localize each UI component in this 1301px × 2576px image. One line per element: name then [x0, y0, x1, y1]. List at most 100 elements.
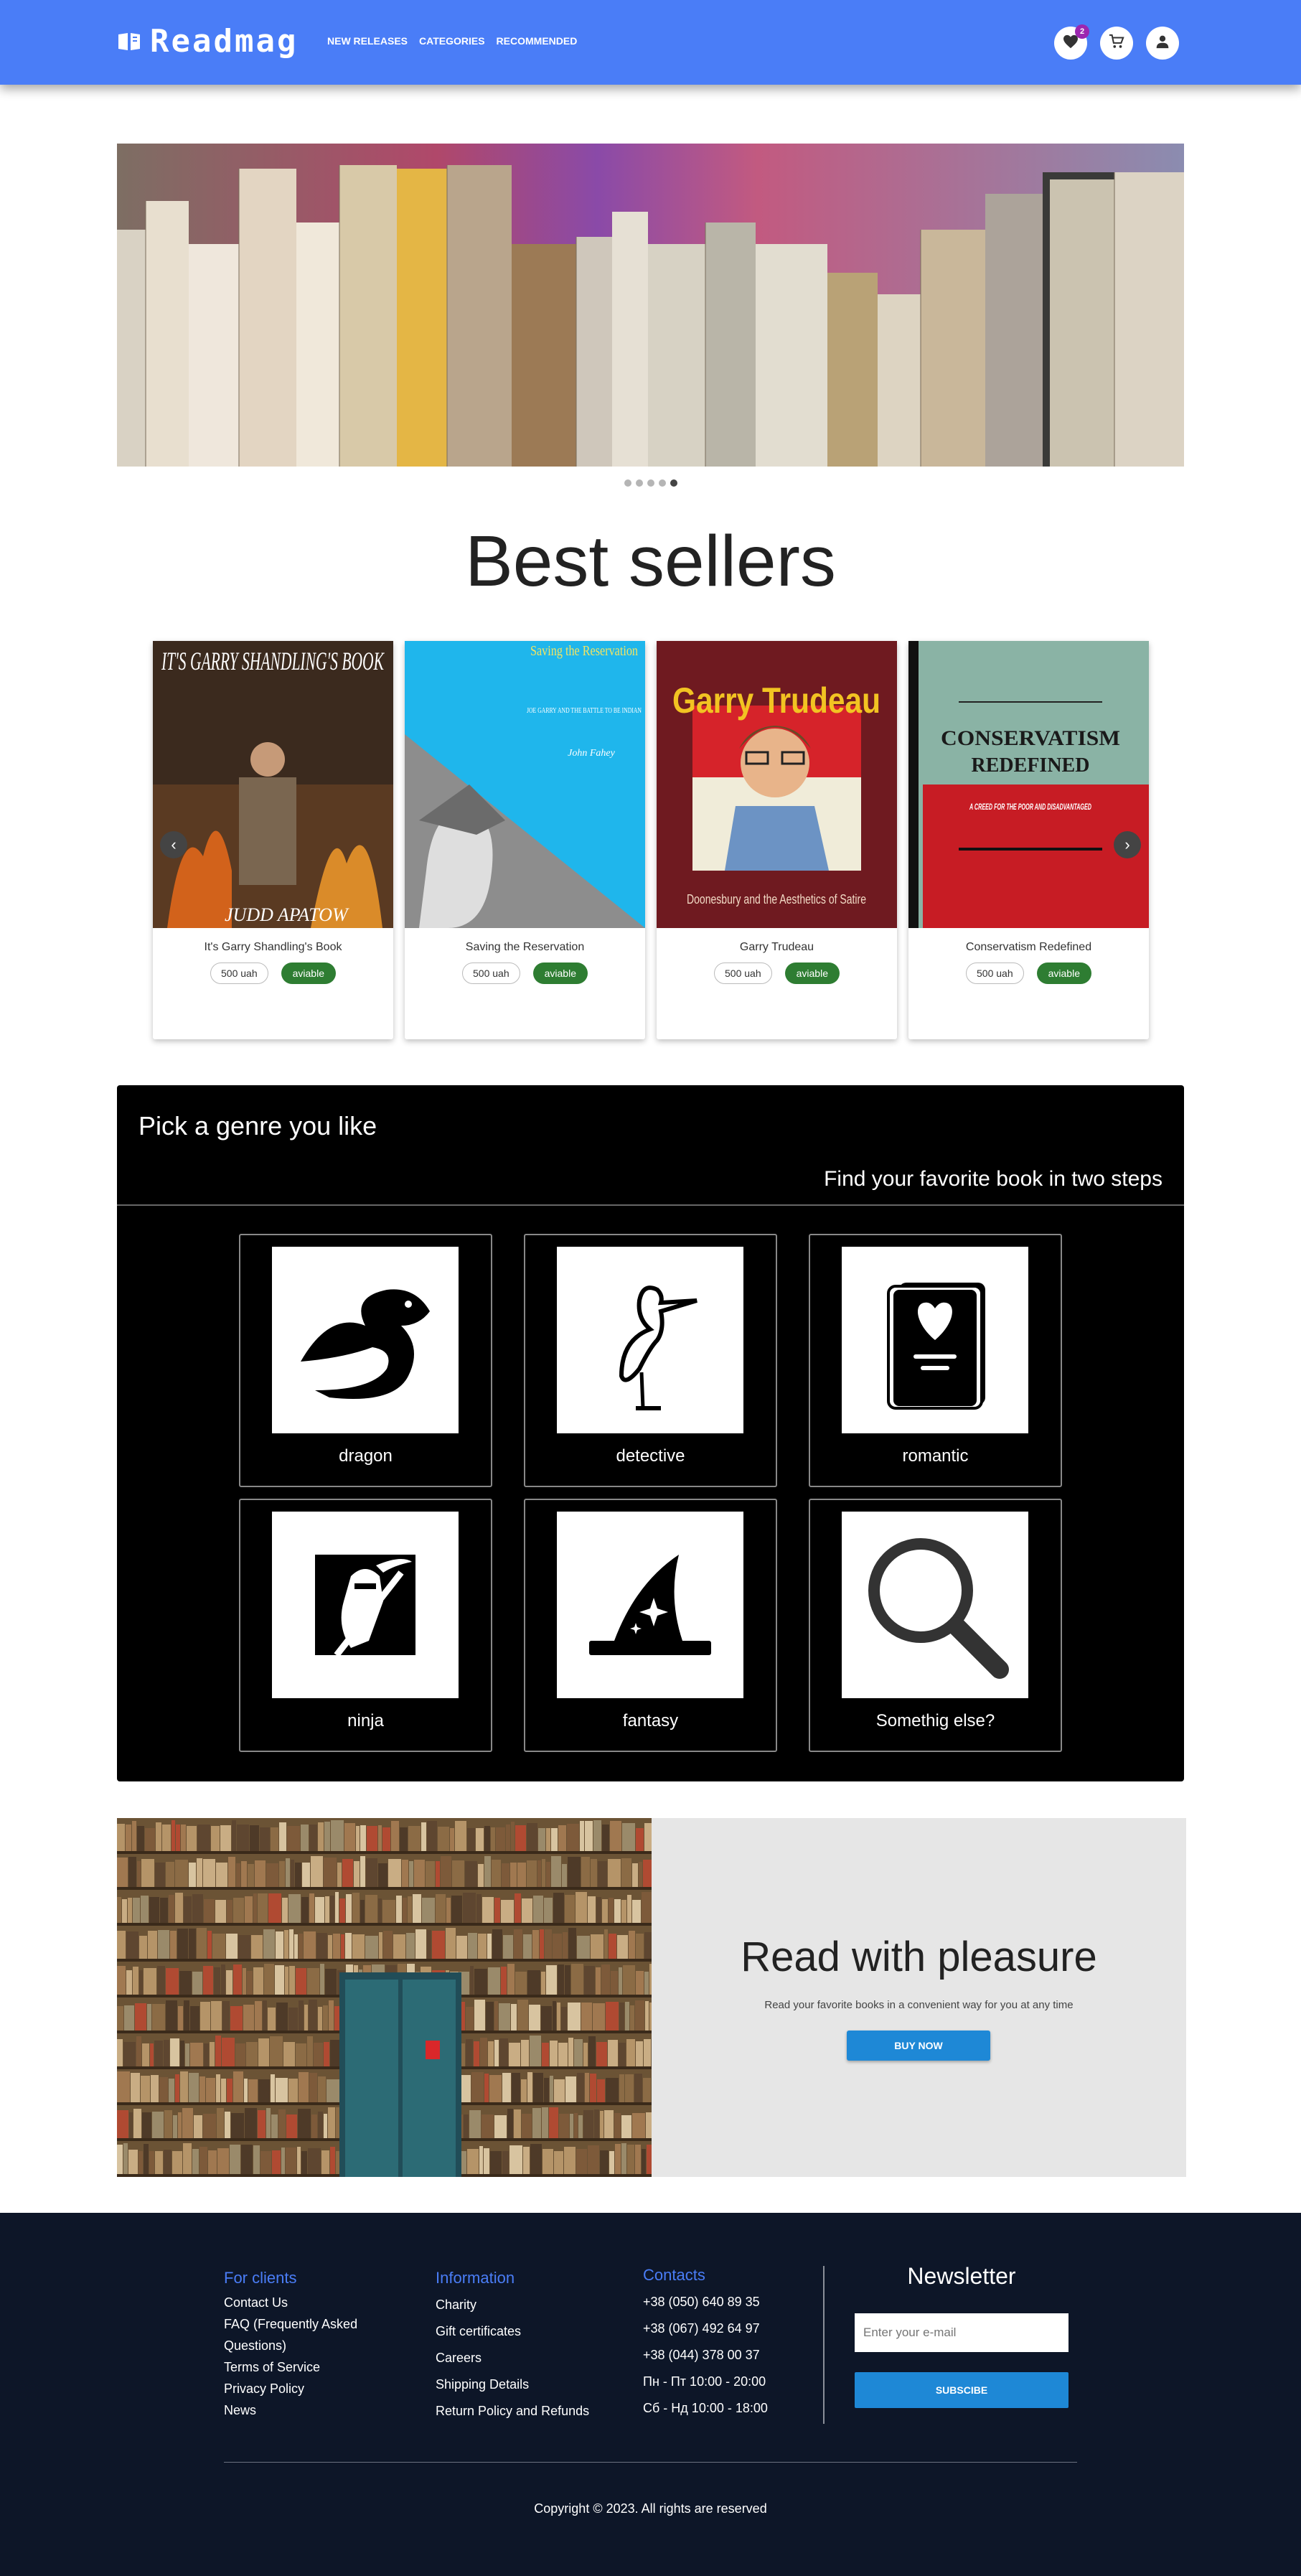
book-card[interactable]: Saving the Reservation JOE GARRY AND THE…: [405, 641, 645, 1039]
book-card[interactable]: IT'S GARRY SHANDLING'S BOOK JUDD APATOW …: [153, 641, 393, 1039]
contact-phone[interactable]: +38 (050) 640 89 35: [643, 2289, 768, 2315]
book-cover-subtitle: A CREED FOR THE POOR AND DISADVANTAGED: [969, 802, 1091, 812]
footer: For clients Contact Us FAQ (Frequently A…: [0, 2213, 1301, 2576]
ninja-icon: [272, 1512, 459, 1698]
hero-dot-active[interactable]: [670, 479, 677, 487]
genre-card-detective[interactable]: detective: [524, 1234, 777, 1487]
contact-phone[interactable]: +38 (067) 492 64 97: [643, 2315, 768, 2342]
footer-link[interactable]: Terms of Service: [224, 2356, 357, 2378]
availability-chip: aviable: [1036, 963, 1091, 984]
subscribe-button[interactable]: SUBSCIBE: [855, 2372, 1068, 2408]
promo-title: Read with pleasure: [741, 1934, 1097, 1980]
hero-dot[interactable]: [659, 479, 666, 487]
book-title[interactable]: Saving the Reservation: [405, 941, 645, 954]
footer-link[interactable]: Charity: [436, 2292, 589, 2318]
footer-information-column: Information Charity Gift certificates Ca…: [436, 2269, 589, 2425]
newsletter-email-input[interactable]: [855, 2313, 1068, 2352]
footer-link[interactable]: Contact Us: [224, 2292, 357, 2313]
footer-heading: Information: [436, 2269, 515, 2287]
book-tags: 500 uah aviable: [405, 963, 645, 984]
footer-link[interactable]: Shipping Details: [436, 2371, 589, 2398]
chevron-left-icon: ‹: [171, 835, 177, 853]
carousel-next-button[interactable]: ›: [1114, 831, 1141, 858]
promo-text: Read your favorite books in a convenient…: [764, 1999, 1074, 2011]
hero-dot[interactable]: [647, 479, 654, 487]
footer-link[interactable]: Privacy Policy: [224, 2378, 357, 2399]
book-title[interactable]: Conservatism Redefined: [908, 941, 1149, 954]
magnifier-icon: [842, 1512, 1028, 1698]
footer-link[interactable]: Questions): [224, 2335, 357, 2356]
book-cover-subtitle: Doonesbury and the Aesthetics of Satire: [687, 892, 866, 907]
price-chip: 500 uah: [966, 963, 1024, 984]
genre-section: Pick a genre you like Find your favorite…: [117, 1085, 1184, 1781]
footer-link[interactable]: FAQ (Frequently Asked: [224, 2313, 357, 2335]
book-cover-title-line2: REDEFINED: [972, 754, 1090, 777]
newsletter-title: Newsletter: [907, 2263, 1016, 2289]
bestsellers-title: Best sellers: [465, 521, 836, 601]
book-tags: 500 uah aviable: [657, 963, 897, 984]
genre-title: Pick a genre you like: [138, 1111, 377, 1141]
book-title[interactable]: It's Garry Shandling's Book: [153, 941, 393, 954]
book-cover-image: IT'S GARRY SHANDLING'S BOOK JUDD APATOW: [153, 641, 393, 928]
logo[interactable]: Readmag: [117, 23, 298, 60]
book-open-icon: [117, 32, 141, 52]
heart-icon: [1063, 34, 1079, 52]
book-title[interactable]: Garry Trudeau: [657, 941, 897, 954]
nav-categories[interactable]: CATEGORIES: [419, 35, 485, 47]
genre-label: fantasy: [622, 1711, 679, 1730]
footer-link[interactable]: Return Policy and Refunds: [436, 2398, 589, 2425]
nav-new-releases[interactable]: NEW RELEASES: [327, 35, 408, 47]
wishlist-button[interactable]: 2: [1054, 24, 1089, 60]
genre-card-romantic[interactable]: romantic: [809, 1234, 1062, 1487]
working-hours: Пн - Пт 10:00 - 20:00: [643, 2374, 766, 2389]
book-cover-subtitle: JOE GARRY AND THE BATTLE TO BE INDIAN: [527, 706, 642, 715]
genre-card-ninja[interactable]: ninja: [239, 1499, 492, 1752]
footer-link[interactable]: Careers: [436, 2345, 589, 2371]
account-button[interactable]: [1146, 27, 1179, 60]
buy-now-button[interactable]: BUY NOW: [847, 2031, 990, 2061]
genre-card-fantasy[interactable]: fantasy: [524, 1499, 777, 1752]
availability-chip: aviable: [281, 963, 336, 984]
book-card[interactable]: CONSERVATISM REDEFINED A CREED FOR THE P…: [908, 641, 1149, 1039]
logo-text: Readmag: [150, 23, 299, 60]
footer-clients-column: For clients Contact Us FAQ (Frequently A…: [224, 2269, 357, 2421]
chevron-right-icon: ›: [1124, 835, 1130, 853]
divider: [823, 2266, 825, 2424]
hero-dot[interactable]: [636, 479, 643, 487]
nav-recommended[interactable]: RECOMMENDED: [497, 35, 578, 47]
divider: [117, 1204, 1184, 1206]
working-hours: Сб - Нд 10:00 - 18:00: [643, 2401, 768, 2415]
bookshelf-door-image: [117, 1818, 652, 2177]
wizard-hat-icon: [557, 1512, 743, 1698]
hero-dot[interactable]: [624, 479, 631, 487]
book-tags: 500 uah aviable: [153, 963, 393, 984]
genre-label: detective: [616, 1446, 685, 1466]
genre-card-something-else[interactable]: Somethig else?: [809, 1499, 1062, 1752]
contact-phone[interactable]: +38 (044) 378 00 37: [643, 2342, 768, 2369]
genre-label: ninja: [347, 1711, 384, 1730]
availability-chip: aviable: [532, 963, 588, 984]
dragon-icon: [272, 1247, 459, 1433]
main-nav: NEW RELEASES CATEGORIES RECOMMENDED: [327, 35, 577, 47]
wishlist-count-badge: 2: [1075, 24, 1089, 39]
genre-label: dragon: [339, 1446, 393, 1466]
footer-link[interactable]: News: [224, 2399, 357, 2421]
cart-button[interactable]: [1100, 27, 1133, 60]
book-card[interactable]: Garry Trudeau Doonesbury and the Aesthet…: [657, 641, 897, 1039]
book-cover-image: Garry Trudeau Doonesbury and the Aesthet…: [657, 641, 897, 928]
top-header: Readmag NEW RELEASES CATEGORIES RECOMMEN…: [0, 0, 1301, 85]
book-cover-author: JUDD APATOW: [225, 904, 349, 925]
footer-heading: Contacts: [643, 2266, 705, 2284]
footer-heading: For clients: [224, 2269, 297, 2287]
book-cover-title: Garry Trudeau: [672, 680, 880, 721]
divider: [224, 2462, 1077, 2463]
footer-link[interactable]: Gift certificates: [436, 2318, 589, 2345]
genre-card-dragon[interactable]: dragon: [239, 1234, 492, 1487]
book-cover-author: John Fahey: [568, 748, 615, 759]
carousel-prev-button[interactable]: ‹: [160, 831, 187, 858]
promo-panel: Read with pleasure Read your favorite bo…: [652, 1818, 1186, 2177]
genre-label: romantic: [902, 1446, 969, 1466]
price-chip: 500 uah: [462, 963, 520, 984]
availability-chip: aviable: [784, 963, 840, 984]
header-actions: 2: [1054, 24, 1179, 60]
